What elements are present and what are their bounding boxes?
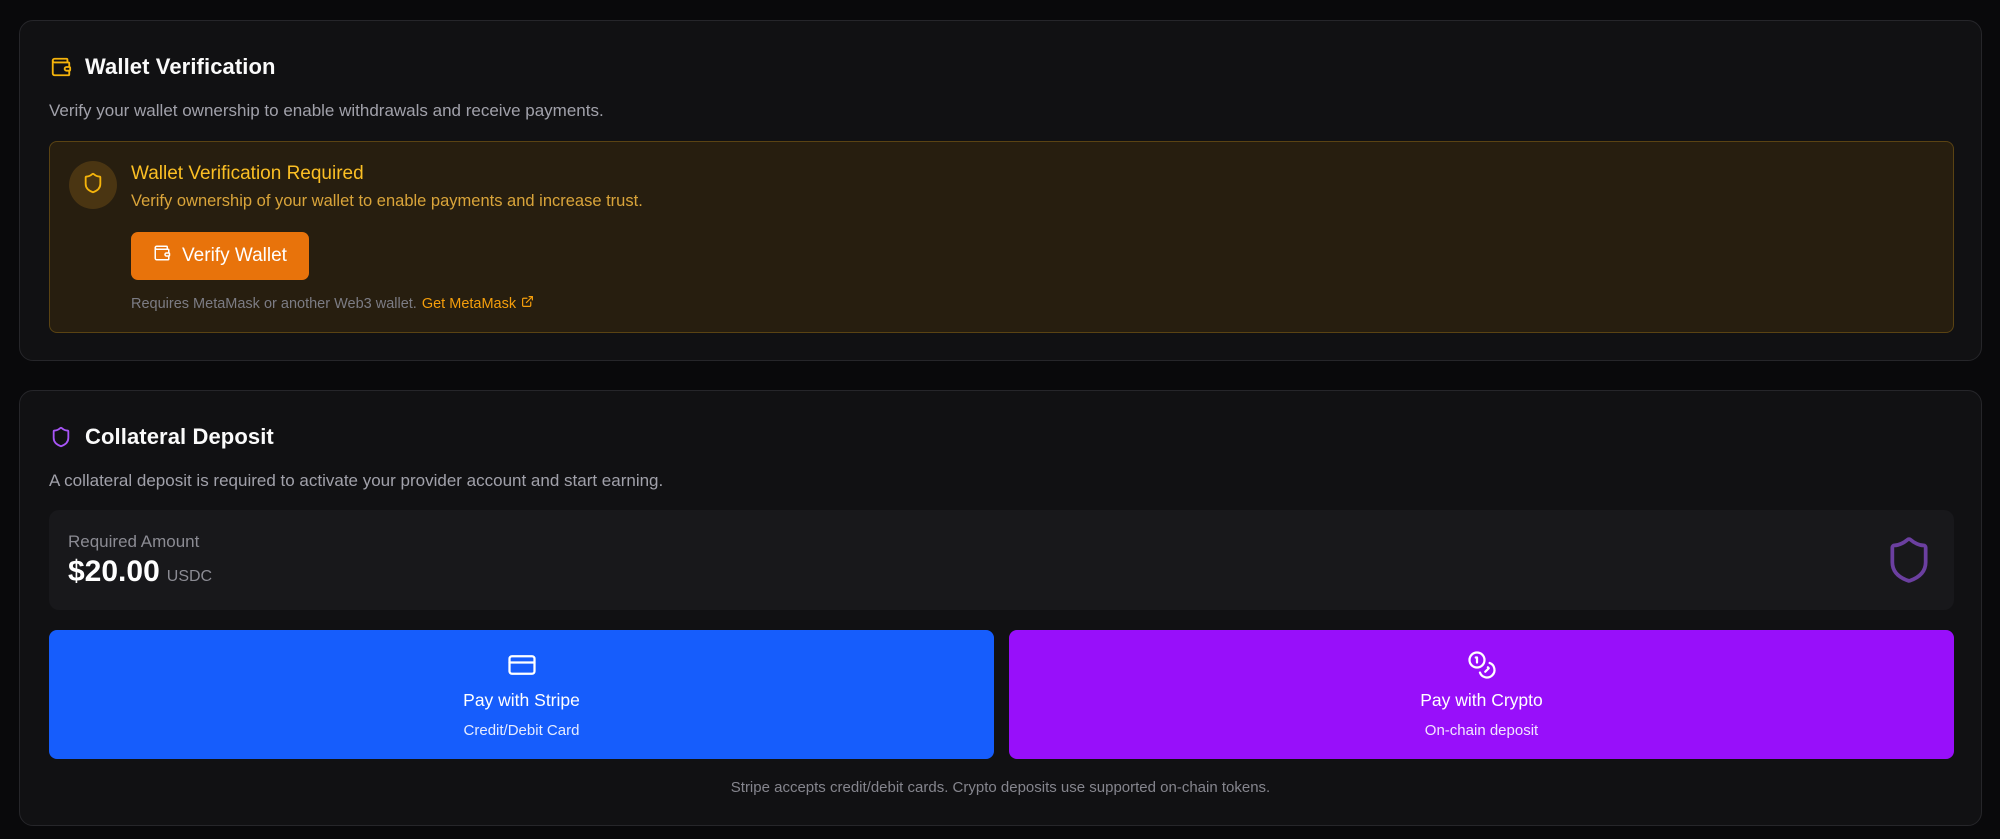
alert-title: Wallet Verification Required bbox=[131, 163, 364, 184]
required-amount-unit: USDC bbox=[166, 568, 213, 585]
coins-icon bbox=[1467, 650, 1497, 680]
shield-icon bbox=[1884, 535, 1934, 585]
required-amount-value: $20.00 bbox=[68, 555, 160, 588]
wallet-icon bbox=[153, 244, 171, 268]
pay-with-crypto-button[interactable]: Pay with Crypto On-chain deposit bbox=[1009, 630, 1954, 759]
collateral-deposit-card: Collateral Deposit A collateral deposit … bbox=[19, 390, 1982, 826]
pay-with-crypto-title: Pay with Crypto bbox=[1420, 690, 1543, 710]
verify-wallet-label: Verify Wallet bbox=[182, 245, 287, 266]
external-link-icon bbox=[521, 295, 534, 312]
required-amount-label: Required Amount bbox=[68, 532, 200, 551]
credit-card-icon bbox=[507, 650, 537, 680]
wallet-card-title: Wallet Verification bbox=[85, 54, 276, 79]
payment-footnote: Stripe accepts credit/debit cards. Crypt… bbox=[730, 779, 1271, 796]
wallet-icon bbox=[49, 55, 73, 79]
wallet-card-header: Wallet Verification bbox=[49, 54, 276, 80]
alert-badge bbox=[69, 161, 117, 209]
pay-with-stripe-title: Pay with Stripe bbox=[463, 690, 580, 710]
required-amount-row: $20.00 USDC bbox=[68, 555, 212, 589]
alert-footer-text: Requires MetaMask or another Web3 wallet… bbox=[131, 295, 417, 312]
alert-text: Verify ownership of your wallet to enabl… bbox=[131, 192, 643, 210]
get-metamask-link[interactable]: Get MetaMask bbox=[422, 295, 534, 312]
verify-wallet-button[interactable]: Verify Wallet bbox=[131, 232, 309, 280]
alert-footer: Requires MetaMask or another Web3 wallet… bbox=[131, 295, 534, 312]
get-metamask-label: Get MetaMask bbox=[421, 295, 517, 312]
pay-with-stripe-subtitle: Credit/Debit Card bbox=[463, 722, 580, 739]
collateral-card-title: Collateral Deposit bbox=[85, 424, 274, 449]
wallet-card-description: Verify your wallet ownership to enable w… bbox=[49, 101, 604, 120]
collateral-card-header: Collateral Deposit bbox=[49, 424, 274, 450]
shield-icon bbox=[82, 172, 104, 199]
pay-with-crypto-subtitle: On-chain deposit bbox=[1424, 722, 1539, 739]
wallet-verification-alert: Wallet Verification Required Verify owne… bbox=[49, 141, 1954, 333]
collateral-card-description: A collateral deposit is required to acti… bbox=[49, 471, 664, 490]
shield-icon bbox=[49, 425, 73, 449]
pay-with-stripe-button[interactable]: Pay with Stripe Credit/Debit Card bbox=[49, 630, 994, 759]
required-amount-box: Required Amount $20.00 USDC bbox=[49, 510, 1954, 610]
wallet-verification-card: Wallet Verification Verify your wallet o… bbox=[19, 20, 1982, 361]
